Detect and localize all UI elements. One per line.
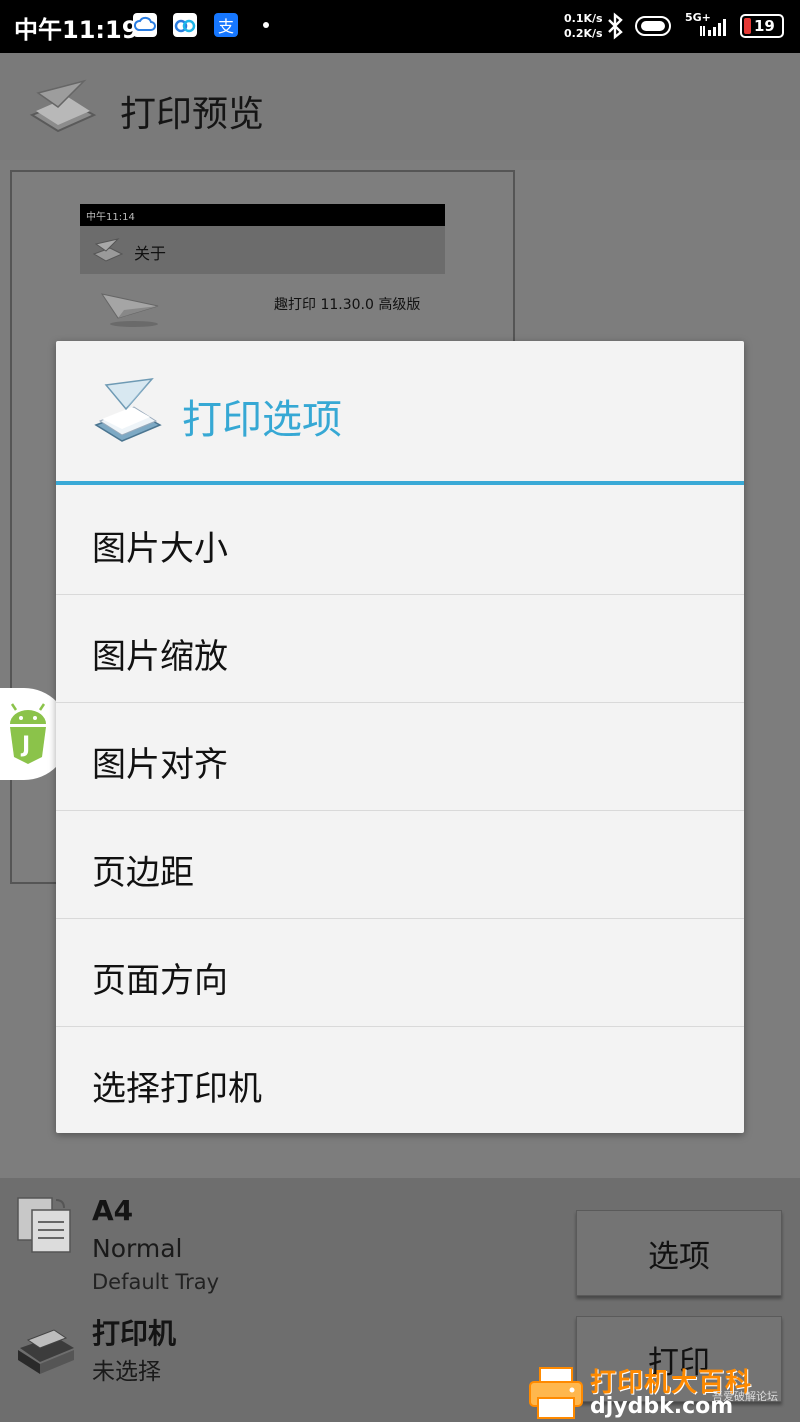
menu-item-image-align[interactable]: 图片对齐 (56, 703, 744, 811)
menu-item-label: 页边距 (92, 853, 194, 893)
preview-app-icon (92, 238, 124, 262)
svg-text:J: J (20, 733, 30, 758)
page-title: 打印预览 (120, 94, 265, 135)
options-button[interactable]: 选项 (576, 1210, 782, 1296)
signal-strength-icon (700, 19, 726, 36)
printer-watermark-icon (529, 1367, 583, 1419)
preview-version-text: 趣打印 11.30.0 高级版 (274, 297, 421, 313)
bluetooth-icon (608, 12, 623, 40)
menu-item-image-size[interactable]: 图片大小 (56, 487, 744, 595)
paper-plane-icon (100, 293, 159, 327)
baidu-netdisk-icon (173, 13, 197, 37)
print-options-icon (94, 378, 162, 442)
menu-item-margins[interactable]: 页边距 (56, 811, 744, 919)
status-bar: 中午11:19 支 0.1K/s 0.2K/s 5G+ 19 (0, 0, 800, 53)
preview-status-time: 中午11:14 (86, 212, 135, 223)
dialog-header: 打印选项 (56, 341, 744, 485)
battery-level-fill (744, 18, 751, 34)
cloud-app-icon (133, 13, 157, 37)
network-speed: 0.1K/s 0.2K/s (564, 11, 603, 41)
menu-item-label: 选择打印机 (92, 1069, 262, 1109)
dialog-title: 打印选项 (182, 397, 342, 443)
preview-status-bar: 中午11:14 (80, 204, 445, 226)
preview-title-bar: 关于 (80, 226, 445, 274)
net-down-speed: 0.2K/s (564, 27, 603, 40)
watermark: 打印机大百科 吾爱破解论坛 djydbk.com (526, 1362, 800, 1422)
paper-tray-value: Default Tray (92, 1270, 220, 1294)
print-options-dialog: 打印选项 图片大小 图片缩放 图片对齐 页边距 页面方向 选择打印机 (56, 341, 744, 1133)
printshare-logo-icon (29, 79, 97, 133)
preview-about-label: 关于 (134, 244, 167, 263)
printer-status: 未选择 (92, 1359, 161, 1385)
menu-item-orientation[interactable]: 页面方向 (56, 919, 744, 1027)
paper-type-value: Normal (92, 1234, 183, 1263)
vibrate-toggle-icon (635, 16, 671, 36)
alipay-icon: 支 (214, 13, 238, 37)
paper-size-value: A4 (92, 1194, 134, 1227)
paper-settings-icon[interactable] (14, 1194, 76, 1256)
printer-icon[interactable] (14, 1320, 78, 1380)
android-js-icon: J (10, 703, 46, 764)
watermark-url: djydbk.com (590, 1394, 734, 1419)
notification-dot-icon (263, 22, 269, 28)
menu-item-label: 图片缩放 (92, 637, 228, 677)
battery-icon: 19 (740, 14, 784, 38)
menu-item-select-printer[interactable]: 选择打印机 (56, 1027, 744, 1135)
printer-label: 打印机 (92, 1317, 177, 1350)
menu-item-label: 图片大小 (92, 529, 228, 569)
menu-item-image-scale[interactable]: 图片缩放 (56, 595, 744, 703)
menu-item-label: 页面方向 (92, 961, 228, 1001)
net-up-speed: 0.1K/s (564, 12, 603, 25)
menu-item-label: 图片对齐 (92, 745, 228, 785)
app-title-bar: 打印预览 (0, 53, 800, 160)
svg-text:支: 支 (218, 17, 234, 36)
battery-level: 19 (754, 17, 775, 35)
status-time: 中午11:19 (14, 16, 139, 44)
